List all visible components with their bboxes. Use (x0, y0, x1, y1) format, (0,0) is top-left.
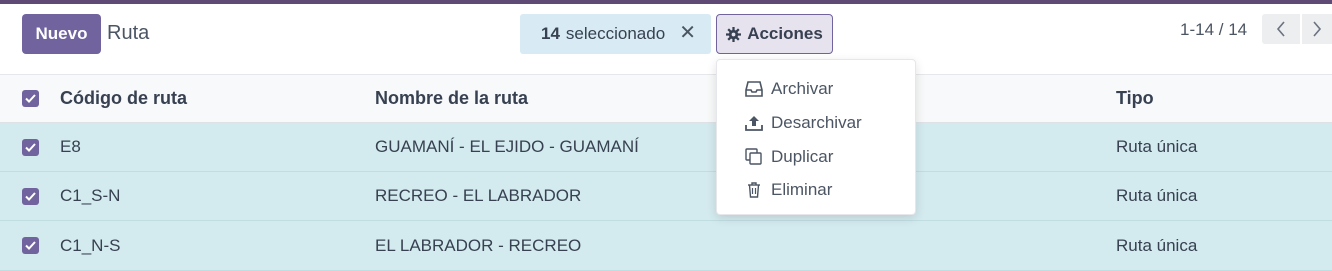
select-all-checkbox[interactable] (22, 75, 39, 122)
route-name: GUAMANÍ - EL EJIDO - GUAMANÍ (375, 137, 639, 156)
pager-next-button[interactable] (1302, 14, 1332, 44)
menu-item-archive[interactable]: Archivar (745, 72, 833, 106)
actions-label: Acciones (747, 24, 823, 43)
actions-button[interactable]: Acciones (716, 14, 833, 54)
menu-item-delete[interactable]: Eliminar (745, 173, 832, 207)
route-name: RECREO - EL LABRADOR (375, 186, 582, 205)
menu-item-label: Duplicar (771, 147, 834, 166)
menu-item-unarchive[interactable]: Desarchivar (745, 106, 862, 140)
route-name: EL LABRADOR - RECREO (375, 235, 582, 255)
table-row[interactable]: E8 GUAMANÍ - EL EJIDO - GUAMANÍ Ruta úni… (0, 123, 1332, 172)
menu-item-duplicate[interactable]: Duplicar (745, 140, 833, 174)
upload-icon (745, 115, 763, 131)
pager-value[interactable]: 1-14 / 14 (1180, 20, 1247, 40)
pager-previous-button[interactable] (1262, 14, 1300, 44)
route-code: C1_S-N (60, 186, 121, 205)
row-checkbox[interactable] (22, 221, 39, 270)
trash-icon (745, 182, 763, 198)
row-checkbox[interactable] (22, 172, 39, 220)
menu-item-label: Eliminar (771, 180, 833, 199)
breadcrumb: Ruta (107, 22, 150, 44)
column-header-type[interactable]: Tipo (1116, 75, 1154, 122)
inbox-icon (745, 81, 763, 97)
route-type: Ruta única (1116, 137, 1198, 156)
column-header-code[interactable]: Código de ruta (60, 75, 187, 122)
table-header: Código de ruta Nombre de la ruta Tipo (0, 74, 1332, 123)
top-accent-bar (0, 0, 1332, 4)
row-checkbox[interactable] (22, 123, 39, 171)
selected-count: 14 (541, 24, 560, 43)
menu-item-label: Desarchivar (771, 113, 862, 132)
column-header-name[interactable]: Nombre de la ruta (375, 75, 528, 122)
route-code: C1_N-S (60, 235, 121, 255)
table-row[interactable]: C1_N-S EL LABRADOR - RECREO Ruta única (0, 221, 1332, 271)
actions-dropdown-menu: Archivar Desarchivar Duplicar Eliminar (716, 59, 916, 215)
route-type: Ruta única (1116, 235, 1198, 255)
chevron-left-icon (1276, 21, 1286, 37)
gear-icon (726, 26, 742, 42)
route-type: Ruta única (1116, 186, 1198, 205)
selected-label: seleccionado (565, 24, 666, 43)
clear-selection-icon[interactable]: ✕ (679, 23, 696, 43)
menu-item-label: Archivar (771, 79, 834, 98)
new-button[interactable]: Nuevo (22, 14, 101, 54)
route-code: E8 (60, 137, 81, 156)
selection-indicator: 14 seleccionado ✕ (520, 14, 711, 54)
copy-icon (745, 148, 763, 166)
chevron-right-icon (1312, 21, 1322, 37)
table-row[interactable]: C1_S-N RECREO - EL LABRADOR Ruta única (0, 172, 1332, 221)
